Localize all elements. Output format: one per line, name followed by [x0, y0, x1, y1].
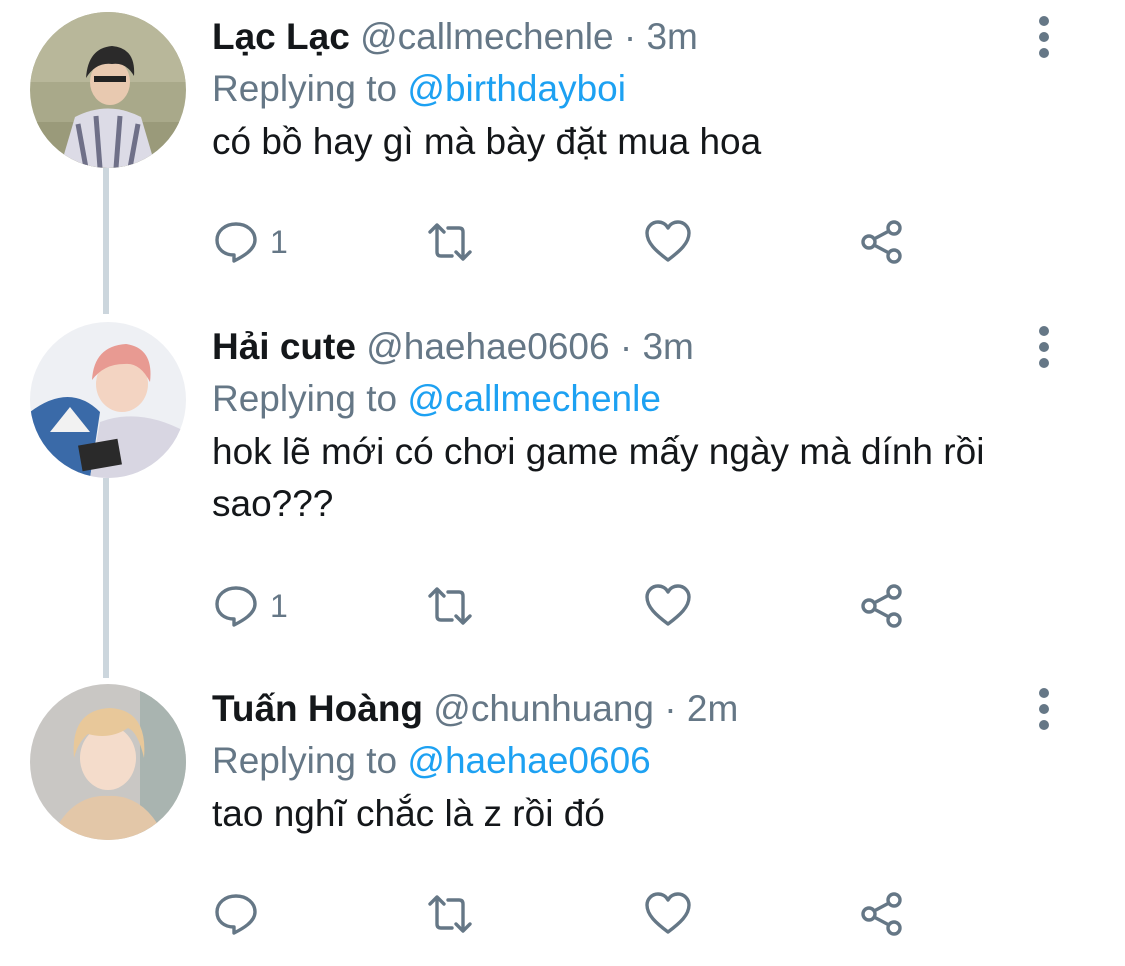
display-name[interactable]: Lạc Lạc: [212, 16, 350, 57]
tweet-header: Hải cute @haehae0606 · 3m: [212, 322, 694, 372]
comment-icon: [215, 894, 257, 935]
comment-icon: [215, 586, 257, 627]
tweet-actions: [212, 884, 932, 944]
replying-to: Replying to @callmechenle: [212, 374, 661, 424]
retweet-button[interactable]: [426, 576, 474, 636]
separator-dot: ·: [664, 688, 677, 729]
replying-to-mention[interactable]: @birthdayboi: [407, 68, 626, 109]
heart-icon: [645, 892, 691, 934]
reply-button[interactable]: 1: [212, 212, 288, 272]
replying-to-label: Replying to: [212, 740, 398, 781]
reply-button[interactable]: [212, 884, 270, 944]
retweet-icon: [428, 587, 472, 625]
tweet-text: hok lẽ mới có chơi game mấy ngày mà dính…: [212, 431, 985, 524]
avatar[interactable]: [30, 684, 186, 840]
user-handle[interactable]: @chunhuang: [433, 688, 654, 729]
avatar[interactable]: [30, 12, 186, 168]
replying-to-label: Replying to: [212, 68, 398, 109]
replying-to-mention[interactable]: @callmechenle: [407, 378, 661, 419]
like-button[interactable]: [644, 576, 692, 636]
heart-icon: [645, 220, 691, 262]
user-handle[interactable]: @callmechenle: [360, 16, 614, 57]
reply-count: 1: [270, 223, 288, 260]
separator-dot: ·: [623, 16, 637, 57]
display-name[interactable]: Tuấn Hoàng: [212, 688, 423, 729]
retweet-button[interactable]: [426, 884, 474, 944]
reply-button[interactable]: 1: [212, 576, 288, 636]
retweet-button[interactable]: [426, 212, 474, 272]
retweet-icon: [428, 223, 472, 261]
share-button[interactable]: [858, 212, 906, 272]
user-handle[interactable]: @haehae0606: [366, 326, 609, 367]
share-icon: [861, 220, 902, 264]
tweet-actions: 1: [212, 576, 932, 636]
tweet-header: Lạc Lạc @callmechenle · 3m: [212, 12, 698, 62]
heart-icon: [645, 584, 691, 626]
timestamp[interactable]: 2m: [687, 688, 738, 729]
retweet-icon: [428, 895, 472, 933]
tweet-reply[interactable]: Tuấn Hoàng @chunhuang · 2m Replying to @…: [0, 684, 1125, 954]
replying-to: Replying to @birthdayboi: [212, 64, 626, 114]
avatar[interactable]: [30, 322, 186, 478]
more-vertical-icon[interactable]: [1030, 322, 1058, 372]
share-button[interactable]: [858, 884, 906, 944]
more-vertical-icon[interactable]: [1030, 12, 1058, 62]
separator-dot: ·: [619, 326, 633, 367]
timestamp[interactable]: 3m: [642, 326, 693, 367]
timestamp[interactable]: 3m: [646, 16, 697, 57]
more-vertical-icon[interactable]: [1030, 684, 1058, 734]
tweet-reply[interactable]: Lạc Lạc @callmechenle · 3m Replying to @…: [0, 12, 1125, 282]
tweet-reply[interactable]: Hải cute @haehae0606 · 3m Replying to @c…: [0, 322, 1125, 642]
share-icon: [861, 892, 902, 936]
like-button[interactable]: [644, 212, 692, 272]
comment-icon: [215, 222, 257, 263]
tweet-actions: 1: [212, 212, 932, 272]
share-icon: [861, 584, 902, 628]
display-name[interactable]: Hải cute: [212, 326, 356, 367]
replying-to-label: Replying to: [212, 378, 398, 419]
share-button[interactable]: [858, 576, 906, 636]
reply-count: 1: [270, 587, 288, 624]
tweet-header: Tuấn Hoàng @chunhuang · 2m: [212, 684, 738, 734]
like-button[interactable]: [644, 884, 692, 944]
tweet-text: tao nghĩ chắc là z rồi đó: [212, 793, 605, 834]
replying-to-mention[interactable]: @haehae0606: [407, 740, 650, 781]
tweet-text: có bồ hay gì mà bày đặt mua hoa: [212, 121, 762, 162]
replying-to: Replying to @haehae0606: [212, 736, 651, 786]
